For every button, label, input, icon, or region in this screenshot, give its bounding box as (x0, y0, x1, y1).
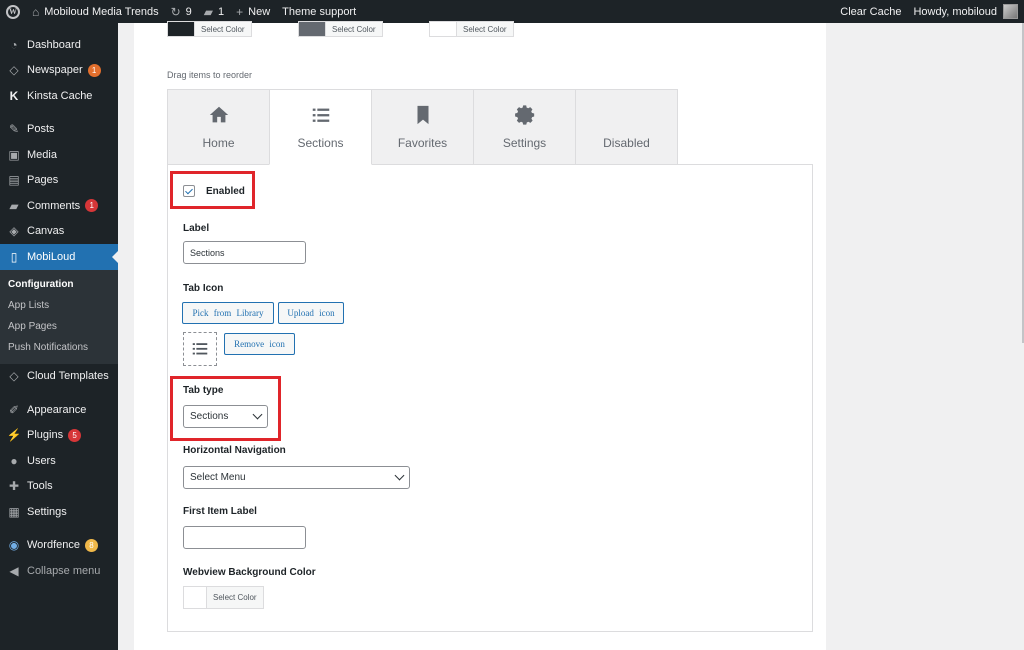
collapse-menu-button[interactable]: ◀ Collapse menu (0, 558, 118, 584)
admin-bar: W ⌂ Mobiloud Media Trends ↻ 9 ▰ 1 + New … (0, 0, 1024, 23)
tab-type-heading: Tab type (183, 385, 224, 396)
tools-icon: ✚ (8, 479, 20, 494)
pages-icon: ▤ (8, 173, 20, 188)
sidebar-item-appearance[interactable]: ✐ Appearance (0, 397, 118, 423)
comments-icon: ▰ (9, 198, 19, 213)
tab-type-select[interactable]: Sections (183, 405, 268, 428)
first-item-label-input[interactable] (183, 526, 306, 549)
tab-bar: Home Sections Favorites Settings Disable… (167, 89, 678, 165)
tab-settings[interactable]: Settings (473, 89, 576, 165)
kinsta-icon: K (9, 88, 19, 103)
sidebar-item-cloud-templates[interactable]: ◇ Cloud Templates (0, 364, 118, 390)
tab-disabled[interactable]: Disabled (575, 89, 678, 165)
webview-background-color-heading: Webview Background Color (183, 567, 316, 578)
settings-icon: ▦ (8, 504, 20, 519)
webview-background-color-picker[interactable]: Select Color (183, 586, 264, 609)
color-picker[interactable]: Select Color (429, 21, 514, 37)
media-icon: ▣ (8, 147, 20, 162)
notification-badge: 1 (85, 199, 99, 213)
tab-icon-heading: Tab Icon (183, 283, 224, 294)
plugins-icon: ⚡ (6, 428, 22, 443)
sidebar-item-plugins[interactable]: ⚡ Plugins 5 (0, 423, 118, 449)
first-item-label-heading: First Item Label (183, 506, 257, 517)
updates-link[interactable]: ↻ 9 (165, 0, 198, 23)
tab-icon-preview (183, 332, 217, 366)
admin-sidebar: ◔ Dashboard ◇ Newspaper 1 K Kinsta Cache ✎ Po… (0, 23, 118, 650)
gear-icon (514, 105, 534, 125)
sidebar-item-dashboard[interactable]: ◔ Dashboard (0, 32, 118, 58)
chevron-down-icon (252, 409, 263, 420)
tab-home[interactable]: Home (167, 89, 270, 165)
mobiloud-icon: ▯ (10, 249, 18, 264)
tab-sections[interactable]: Sections (269, 89, 372, 165)
remove-icon-button[interactable]: Remove icon (224, 333, 295, 355)
sidebar-item-comments[interactable]: ▰ Comments 1 (0, 193, 118, 219)
horizontal-navigation-heading: Horizontal Navigation (183, 445, 286, 456)
wordfence-icon: ◉ (8, 538, 20, 553)
drag-hint: Drag items to reorder (167, 70, 253, 80)
list-icon (192, 343, 208, 355)
sidebar-item-canvas[interactable]: ◈ Canvas (0, 219, 118, 245)
dashboard-icon: ◔ (10, 37, 18, 52)
sidebar-item-tools[interactable]: ✚ Tools (0, 474, 118, 500)
sidebar-item-posts[interactable]: ✎ Posts (0, 117, 118, 143)
label-heading: Label (183, 223, 210, 234)
site-name-link[interactable]: ⌂ Mobiloud Media Trends (26, 0, 165, 23)
new-content-link[interactable]: + New (230, 0, 276, 23)
notification-badge: 1 (87, 63, 101, 77)
my-account-link[interactable]: Howdy, mobiloud (907, 0, 1024, 23)
main-content: Select Color Select Color Select Color D… (118, 21, 1024, 650)
avatar (1003, 4, 1018, 19)
newspaper-icon: ◇ (9, 63, 19, 78)
theme-support-link[interactable]: Theme support (276, 0, 362, 23)
clear-cache-link[interactable]: Clear Cache (834, 0, 907, 23)
submenu-item-app-lists[interactable]: App Lists (0, 295, 118, 316)
color-picker[interactable]: Select Color (298, 21, 383, 37)
chevron-down-icon (394, 470, 405, 481)
enabled-checkbox[interactable] (183, 185, 195, 197)
sidebar-item-media[interactable]: ▣ Media (0, 142, 118, 168)
sidebar-item-mobiloud[interactable]: ▯ MobiLoud (0, 244, 118, 270)
enabled-label: Enabled (206, 186, 245, 197)
tab-settings-panel: Enabled Label Sections Tab Icon Pick fro… (167, 164, 813, 632)
collapse-icon: ◀ (9, 563, 19, 578)
settings-paper: Select Color Select Color Select Color D… (134, 21, 826, 650)
label-input[interactable]: Sections (183, 241, 306, 264)
sidebar-item-pages[interactable]: ▤ Pages (0, 168, 118, 194)
submenu-item-push-notifications[interactable]: Push Notifications (0, 337, 118, 358)
sidebar-item-users[interactable]: ● Users (0, 448, 118, 474)
submenu-item-configuration[interactable]: Configuration (0, 274, 118, 295)
appearance-icon: ✐ (8, 402, 20, 417)
color-picker[interactable]: Select Color (167, 21, 252, 37)
sidebar-item-newspaper[interactable]: ◇ Newspaper 1 (0, 58, 118, 84)
sidebar-item-settings[interactable]: ▦ Settings (0, 499, 118, 525)
home-icon (209, 106, 228, 123)
canvas-icon: ◈ (9, 224, 19, 239)
cloud-templates-icon: ◇ (9, 369, 19, 384)
tab-favorites[interactable]: Favorites (371, 89, 474, 165)
plus-icon: + (236, 4, 244, 19)
refresh-icon: ↻ (170, 4, 181, 19)
users-icon: ● (10, 453, 18, 468)
notification-badge: 8 (85, 538, 98, 552)
sidebar-item-kinsta-cache[interactable]: K Kinsta Cache (0, 83, 118, 109)
comment-icon: ▰ (203, 4, 214, 19)
upload-icon-button[interactable]: Upload icon (278, 302, 344, 324)
notification-badge: 5 (68, 428, 82, 442)
pick-from-library-button[interactable]: Pick from Library (182, 302, 274, 324)
home-icon: ⌂ (32, 4, 40, 19)
bookmark-icon (417, 105, 428, 125)
sidebar-item-wordfence[interactable]: ◉ Wordfence 8 (0, 533, 118, 559)
mobiloud-submenu: Configuration App Lists App Pages Push N… (0, 269, 118, 364)
pin-icon: ✎ (8, 122, 20, 137)
wordpress-logo-icon[interactable]: W (0, 0, 26, 23)
list-icon (312, 108, 329, 122)
comments-link[interactable]: ▰ 1 (198, 0, 230, 23)
horizontal-navigation-select[interactable]: Select Menu (183, 466, 410, 489)
submenu-item-app-pages[interactable]: App Pages (0, 316, 118, 337)
